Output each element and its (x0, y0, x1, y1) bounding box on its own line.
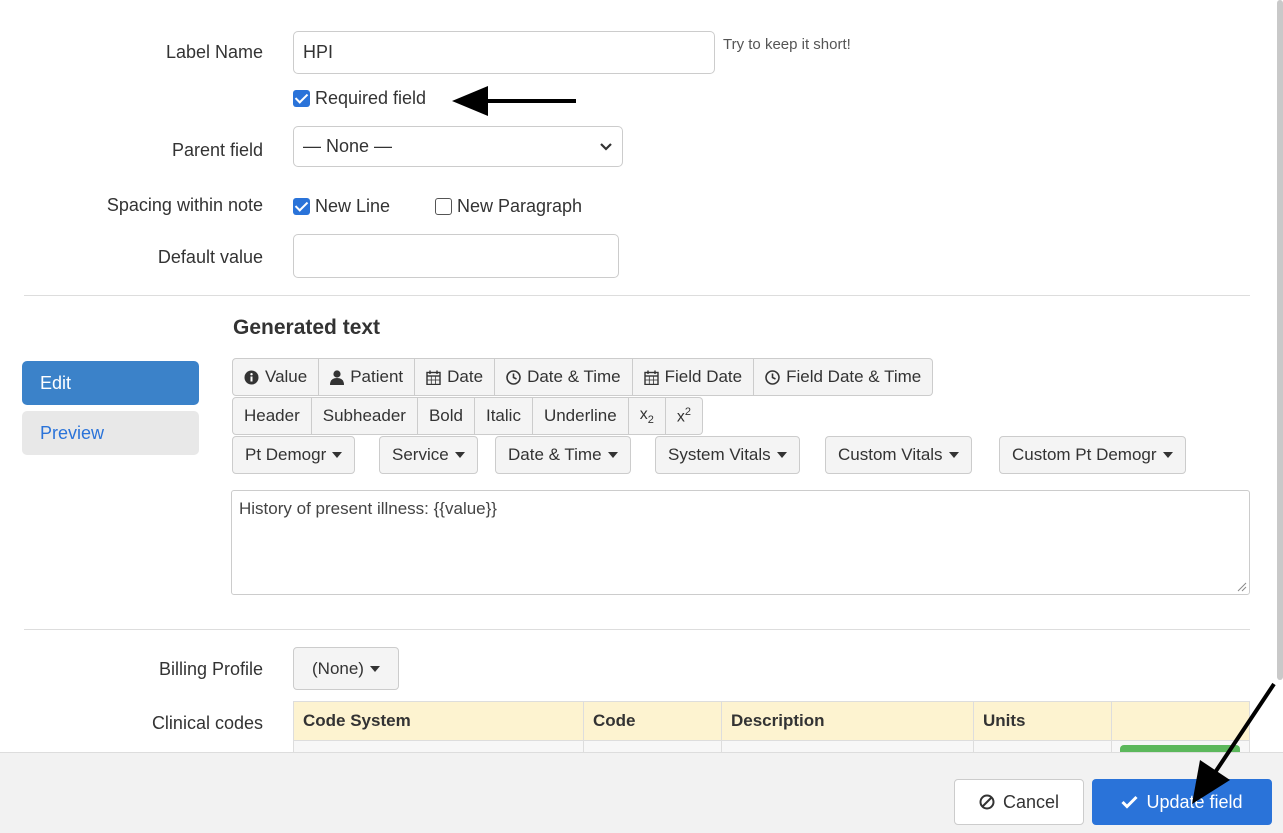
template-textarea[interactable]: History of present illness: {{value}} (231, 490, 1250, 595)
parent-field-label: Parent field (171, 140, 263, 160)
clock-icon (506, 369, 521, 385)
billing-profile-value: (None) (312, 658, 364, 678)
caret-down-icon (948, 452, 959, 458)
user-icon (330, 369, 345, 385)
label-name-value: HPI (303, 42, 334, 62)
insert-button-group: Value Patient Date Date & Time Field Dat… (232, 358, 934, 396)
checkbox-checked-icon (293, 90, 310, 107)
superscript-icon: x2 (676, 405, 691, 426)
required-field-label: Required field (315, 88, 427, 108)
parent-field-value: — None — (303, 136, 393, 156)
insert-field-date-time-label: Field Date & Time (786, 367, 922, 386)
divider (24, 295, 1250, 296)
calendar-icon (643, 370, 659, 385)
billing-profile-label: Billing Profile (158, 659, 263, 679)
column-header-code-system: Code System (293, 701, 584, 741)
header-button[interactable]: Header (232, 397, 312, 435)
column-header-description: Description (721, 701, 974, 741)
checkbox-unchecked-icon (435, 198, 452, 215)
caret-down-icon (607, 452, 618, 458)
caret-down-icon (454, 452, 465, 458)
custom-pt-demogr-label: Custom Pt Demogr (1012, 445, 1157, 464)
clinical-codes-label: Clinical codes (151, 713, 263, 733)
bold-button[interactable]: Bold (417, 397, 475, 435)
divider (24, 629, 1250, 630)
insert-patient-label: Patient (350, 367, 404, 386)
checkbox-checked-icon (293, 198, 310, 215)
caret-down-icon (332, 452, 343, 458)
underline-button[interactable]: Underline (532, 397, 629, 435)
date-time-dropdown[interactable]: Date & Time (495, 436, 631, 474)
service-dropdown[interactable]: Service (379, 436, 478, 474)
label-name-label: Label Name (165, 42, 263, 62)
column-header-units: Units (973, 701, 1112, 741)
pt-demogr-dropdown[interactable]: Pt Demogr (232, 436, 356, 474)
date-time-label: Date & Time (508, 445, 602, 464)
tab-edit[interactable]: Edit (22, 361, 199, 405)
modal-footer: Cancel Update field (0, 752, 1283, 833)
resize-handle-icon[interactable] (1237, 582, 1247, 592)
insert-date-time-label: Date & Time (527, 367, 621, 386)
check-icon (1121, 795, 1139, 809)
default-value-label: Default value (157, 247, 263, 267)
chevron-down-icon (600, 142, 612, 151)
column-header-code: Code (583, 701, 722, 741)
system-vitals-label: System Vitals (668, 445, 771, 464)
caret-down-icon (1162, 452, 1173, 458)
ban-icon (979, 794, 995, 810)
insert-field-date-time-button[interactable]: Field Date & Time (754, 358, 934, 396)
cancel-button[interactable]: Cancel (954, 779, 1084, 825)
clock-icon (765, 369, 780, 385)
insert-patient-button[interactable]: Patient (319, 358, 416, 396)
italic-button[interactable]: Italic (474, 397, 533, 435)
generated-text-heading: Generated text (233, 316, 381, 339)
label-name-hint: Try to keep it short! (723, 36, 851, 53)
scrollbar[interactable] (1277, 0, 1283, 680)
insert-field-date-label: Field Date (664, 367, 743, 386)
spacing-label: Spacing within note (106, 195, 263, 215)
system-vitals-dropdown[interactable]: System Vitals (655, 436, 800, 474)
caret-down-icon (369, 665, 380, 672)
tab-preview[interactable]: Preview (22, 411, 199, 455)
insert-date-label: Date (447, 367, 484, 386)
service-label: Service (392, 445, 449, 464)
calendar-icon (426, 370, 441, 385)
billing-profile-dropdown[interactable]: (None) (293, 647, 399, 690)
insert-date-time-button[interactable]: Date & Time (495, 358, 633, 396)
arrow-left-icon (452, 86, 576, 116)
insert-date-button[interactable]: Date (415, 358, 496, 396)
new-line-checkbox[interactable]: New Line (293, 196, 390, 217)
info-circle-icon (244, 370, 259, 384)
template-text: History of present illness: {{value}} (239, 499, 497, 518)
insert-value-label: Value (265, 367, 308, 386)
label-name-input[interactable]: HPI (293, 31, 715, 74)
subscript-icon: x2 (639, 405, 654, 427)
superscript-button[interactable]: x2 (665, 397, 703, 435)
insert-field-date-button[interactable]: Field Date (632, 358, 755, 396)
insert-value-button[interactable]: Value (232, 358, 320, 396)
subscript-button[interactable]: x2 (628, 397, 666, 435)
custom-vitals-label: Custom Vitals (838, 445, 943, 464)
subheader-button[interactable]: Subheader (311, 397, 418, 435)
custom-vitals-dropdown[interactable]: Custom Vitals (825, 436, 972, 474)
format-button-group: Header Subheader Bold Italic Underline x… (232, 397, 703, 435)
pt-demogr-label: Pt Demogr (245, 445, 327, 464)
caret-down-icon (776, 452, 787, 458)
arrow-down-left-icon (1192, 682, 1276, 804)
parent-field-select[interactable]: — None — (293, 126, 623, 167)
new-paragraph-label: New Paragraph (457, 196, 583, 216)
custom-pt-demogr-dropdown[interactable]: Custom Pt Demogr (999, 436, 1186, 474)
cancel-label: Cancel (1002, 791, 1060, 812)
required-field-checkbox[interactable]: Required field (293, 88, 426, 109)
new-line-label: New Line (315, 196, 391, 216)
default-value-input[interactable] (293, 234, 619, 278)
new-paragraph-checkbox[interactable]: New Paragraph (435, 196, 582, 217)
